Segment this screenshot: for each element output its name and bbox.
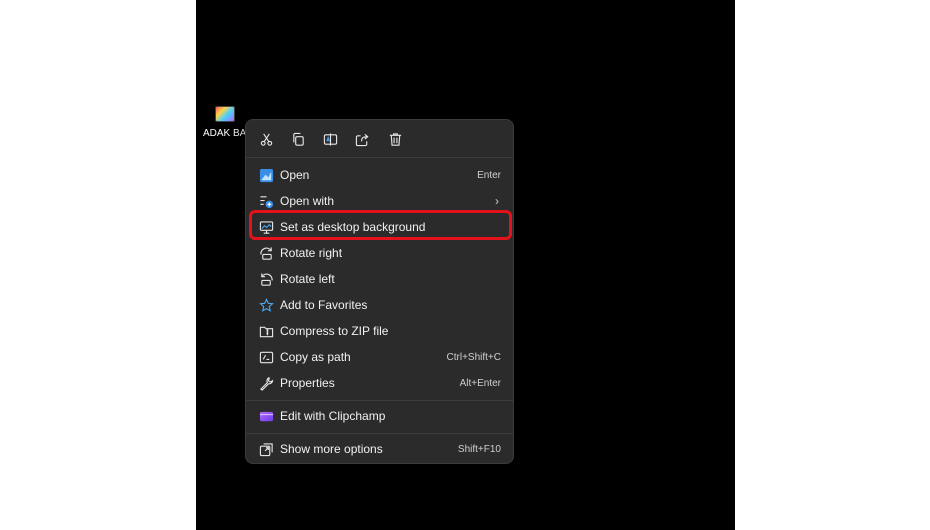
menu-item-shortcut: Alt+Enter [459, 377, 501, 389]
delete-icon [389, 132, 401, 146]
menu-item-open-with[interactable]: Open with › [250, 189, 509, 213]
share-icon [355, 133, 369, 146]
copy-path-icon [258, 349, 274, 365]
menu-item-label: Set as desktop background [280, 220, 426, 234]
chevron-right-icon: › [495, 194, 499, 208]
menu-item-rotate-right[interactable]: Rotate right [250, 241, 509, 265]
menu-item-label: Copy as path [280, 350, 351, 364]
menu-item-shortcut: Enter [477, 169, 501, 181]
delete-button[interactable] [383, 128, 407, 150]
menu-separator [246, 433, 513, 434]
desktop-file-label: ADAK BA [203, 128, 247, 139]
menu-item-add-to-favorites[interactable]: Add to Favorites [250, 293, 509, 317]
rotate-left-icon [258, 271, 274, 287]
copy-button[interactable] [286, 128, 310, 150]
star-icon [258, 297, 274, 313]
menu-item-label: Add to Favorites [280, 298, 368, 312]
menu-item-label: Show more options [280, 442, 383, 456]
menu-item-open[interactable]: Open Enter [250, 163, 509, 187]
quick-actions-bar [246, 120, 513, 158]
context-menu: Open Enter Open with › Set as desktop ba… [245, 119, 514, 464]
menu-item-shortcut: Ctrl+Shift+C [446, 351, 501, 363]
menu-item-shortcut: Shift+F10 [457, 443, 501, 455]
menu-item-show-more-options[interactable]: Show more options Shift+F10 [250, 437, 509, 461]
menu-item-label: Edit with Clipchamp [280, 409, 386, 423]
desktop-background-icon [258, 219, 274, 235]
more-options-icon [258, 441, 274, 457]
cut-button[interactable] [254, 128, 278, 150]
menu-item-compress-zip[interactable]: Compress to ZIP file [250, 319, 509, 343]
menu-item-label: Rotate left [280, 272, 335, 286]
open-image-icon [258, 167, 274, 183]
menu-item-label: Open with [280, 194, 335, 208]
menu-item-label: Rotate right [280, 246, 343, 260]
open-with-icon [258, 193, 274, 209]
image-thumbnail-icon [215, 106, 235, 122]
menu-item-set-desktop-background[interactable]: Set as desktop background [250, 215, 509, 239]
wrench-icon [258, 375, 274, 391]
rename-button[interactable] [318, 128, 342, 150]
copy-icon [292, 132, 304, 146]
rename-icon [323, 132, 337, 146]
menu-item-properties[interactable]: Properties Alt+Enter [250, 371, 509, 395]
menu-separator [246, 400, 513, 401]
menu-item-label: Properties [280, 376, 335, 390]
share-button[interactable] [350, 128, 374, 150]
cut-icon [260, 133, 272, 146]
rotate-right-icon [258, 245, 274, 261]
menu-item-copy-as-path[interactable]: Copy as path Ctrl+Shift+C [250, 345, 509, 369]
zip-folder-icon [258, 323, 274, 339]
menu-item-rotate-left[interactable]: Rotate left [250, 267, 509, 291]
menu-item-label: Open [280, 168, 310, 182]
menu-item-edit-with-clipchamp[interactable]: Edit with Clipchamp [250, 404, 509, 428]
menu-item-label: Compress to ZIP file [280, 324, 389, 338]
clipchamp-icon [258, 408, 274, 424]
